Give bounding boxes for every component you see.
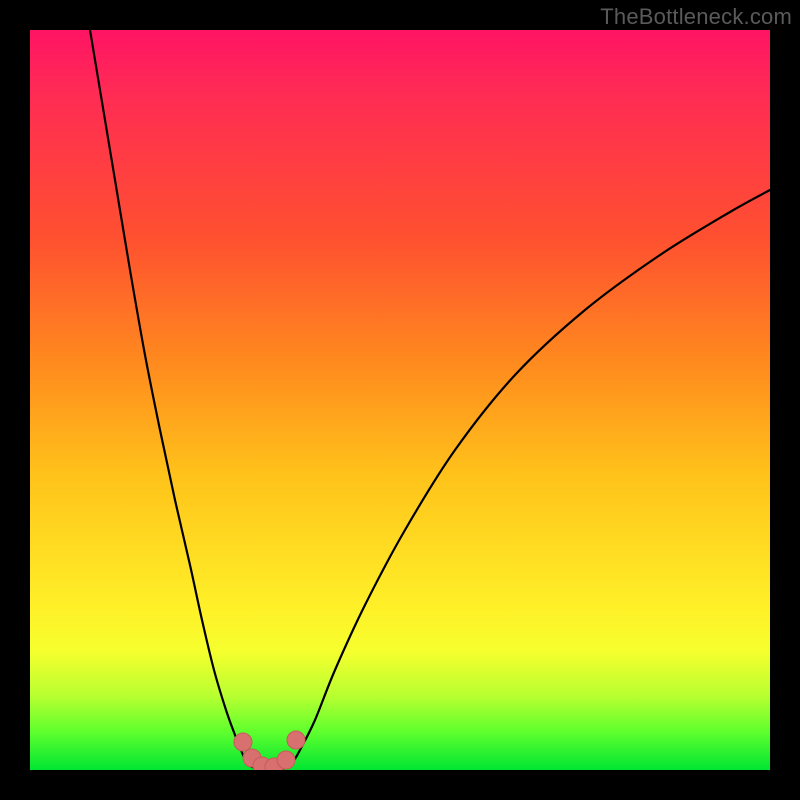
heat-gradient-bg bbox=[30, 30, 770, 770]
watermark-text: TheBottleneck.com bbox=[600, 4, 792, 30]
plot-area bbox=[30, 30, 770, 770]
chart-frame: TheBottleneck.com bbox=[0, 0, 800, 800]
